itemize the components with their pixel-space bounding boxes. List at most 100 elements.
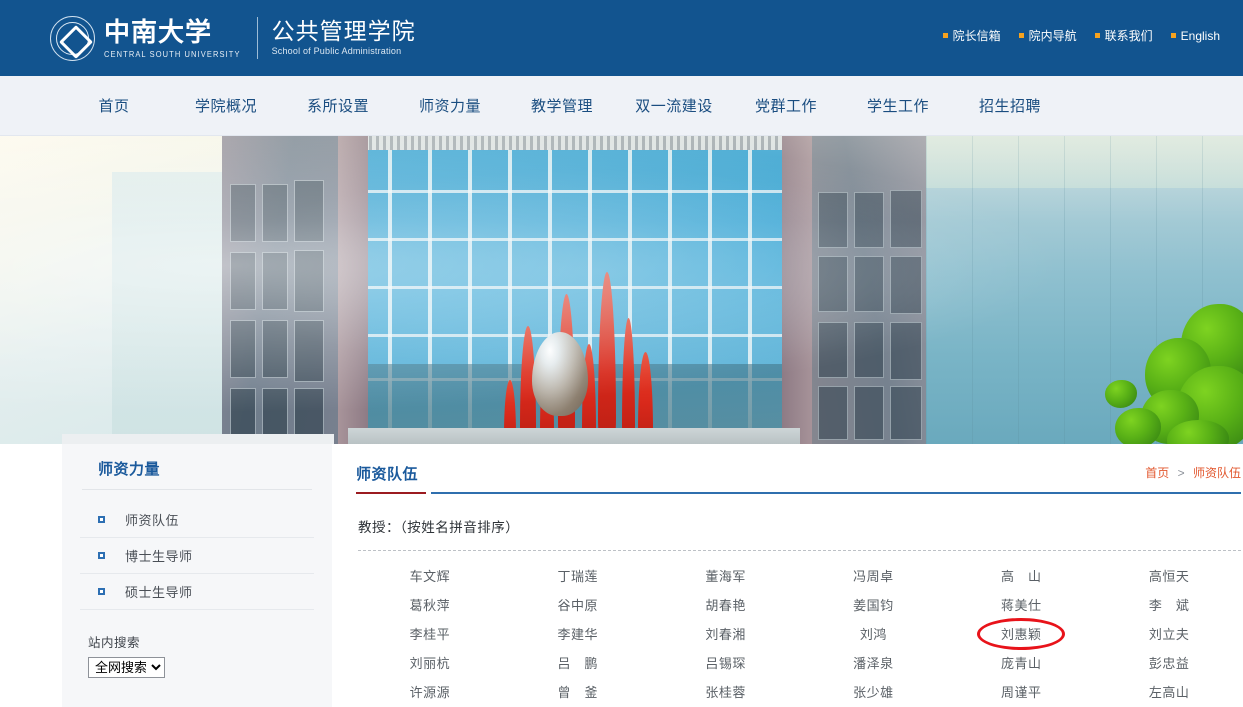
search-scope-select[interactable]: 全网搜索 站内搜索: [88, 657, 165, 678]
school-name-en: School of Public Administration: [271, 46, 402, 56]
faculty-link[interactable]: 李 斌: [1149, 595, 1190, 614]
tab-active-underline: [356, 492, 426, 494]
sidebar: 师资力量 师资队伍 博士生导师 硕士生导师 站内搜索 全网搜索 站内搜索: [62, 444, 332, 707]
site-header: 中南大学 CENTRAL SOUTH UNIVERSITY 公共管理学院 Sch…: [0, 0, 1243, 76]
faculty-link[interactable]: 丁瑞莲: [557, 566, 598, 585]
faculty-link[interactable]: 姜国钧: [853, 595, 894, 614]
header-link-english[interactable]: English: [1162, 29, 1229, 43]
nav-item-double-first-class[interactable]: 双一流建设: [618, 95, 730, 116]
nav-item-faculty[interactable]: 师资力量: [394, 95, 506, 116]
square-bullet-icon: [942, 33, 948, 38]
nav-item-student-work[interactable]: 学生工作: [842, 95, 954, 116]
faculty-link[interactable]: 彭忠益: [1149, 653, 1190, 672]
faculty-link[interactable]: 高 山: [1001, 566, 1042, 585]
sidebar-item-phd-supervisors[interactable]: 博士生导师: [80, 538, 314, 574]
nav-item-departments[interactable]: 系所设置: [282, 95, 394, 116]
faculty-cell: 董海军: [652, 561, 800, 590]
faculty-cell: 高恒天: [1095, 561, 1243, 590]
faculty-cell: 张少雄: [799, 677, 947, 706]
faculty-cell: 冯周卓: [799, 561, 947, 590]
square-bullet-icon: [1094, 33, 1100, 38]
faculty-link[interactable]: 葛秋萍: [410, 595, 451, 614]
faculty-cell: 潘泽泉: [799, 648, 947, 677]
faculty-cell: 许源源: [356, 677, 504, 706]
breadcrumb-separator: >: [1177, 466, 1185, 480]
faculty-cell: 刘丽杭: [356, 648, 504, 677]
faculty-link[interactable]: 庞青山: [1001, 653, 1042, 672]
content-header: 师资队伍 首页 > 师资队伍: [356, 456, 1243, 494]
faculty-cell: 曾 釜: [504, 677, 652, 706]
faculty-link[interactable]: 吕锡琛: [705, 653, 746, 672]
faculty-link[interactable]: 潘泽泉: [853, 653, 894, 672]
faculty-cell: 刘鸿: [799, 619, 947, 648]
square-bullet-icon: [98, 552, 105, 559]
nav-item-teaching[interactable]: 教学管理: [506, 95, 618, 116]
faculty-link[interactable]: 董海军: [705, 566, 746, 585]
sidebar-item-label: 师资队伍: [125, 513, 180, 528]
site-logo[interactable]: 中南大学 CENTRAL SOUTH UNIVERSITY 公共管理学院 Sch…: [50, 8, 416, 68]
faculty-cell: 庞青山: [947, 648, 1095, 677]
faculty-cell: 周谨平: [947, 677, 1095, 706]
logo-divider: [256, 17, 258, 59]
faculty-cell: 刘春湘: [652, 619, 800, 648]
faculty-cell: 李建华: [504, 619, 652, 648]
faculty-link[interactable]: 张少雄: [853, 682, 894, 701]
faculty-cell: 左高山: [1095, 677, 1243, 706]
sidebar-title: 师资力量: [98, 461, 161, 478]
site-search-block: 站内搜索 全网搜索 站内搜索: [82, 632, 314, 678]
left-gutter: [0, 444, 62, 707]
faculty-link[interactable]: 刘鸿: [860, 624, 887, 643]
university-seal-icon: [50, 15, 95, 61]
faculty-link[interactable]: 曾 釜: [557, 682, 598, 701]
faculty-cell: 彭忠益: [1095, 648, 1243, 677]
faculty-link[interactable]: 刘立夫: [1149, 624, 1190, 643]
faculty-link[interactable]: 张桂蓉: [705, 682, 746, 701]
header-link-deans-mailbox[interactable]: 院长信箱: [934, 27, 1010, 44]
nav-item-party-work[interactable]: 党群工作: [730, 95, 842, 116]
sidebar-divider: [82, 489, 312, 490]
faculty-link[interactable]: 刘惠颖: [1001, 624, 1042, 643]
faculty-cell: 车文辉: [356, 561, 504, 590]
faculty-link[interactable]: 李建华: [557, 624, 598, 643]
nav-item-about[interactable]: 学院概况: [170, 95, 282, 116]
faculty-link[interactable]: 吕 鹏: [557, 653, 598, 672]
faculty-link[interactable]: 刘春湘: [705, 624, 746, 643]
section-label-professors: 教授：（按姓名拼音排序）: [358, 520, 520, 535]
nav-item-admissions[interactable]: 招生招聘: [954, 95, 1066, 116]
faculty-cell: 葛秋萍: [356, 590, 504, 619]
faculty-link[interactable]: 许源源: [410, 682, 451, 701]
faculty-link[interactable]: 胡春艳: [705, 595, 746, 614]
faculty-link[interactable]: 谷中原: [557, 595, 598, 614]
sidebar-item-faculty-team[interactable]: 师资队伍: [80, 502, 314, 538]
faculty-cell: 姜国钧: [799, 590, 947, 619]
faculty-cell: 刘立夫: [1095, 619, 1243, 648]
square-bullet-icon: [98, 588, 105, 595]
breadcrumb: 首页 > 师资队伍: [1145, 464, 1241, 481]
header-link-contact-us[interactable]: 联系我们: [1086, 27, 1162, 44]
banner-haze-overlay: [0, 136, 1243, 444]
header-link-internal-nav[interactable]: 院内导航: [1010, 27, 1086, 44]
tab-rule: [431, 492, 1241, 494]
sidebar-item-label: 硕士生导师: [125, 585, 193, 600]
site-search-label: 站内搜索: [88, 636, 141, 650]
faculty-cell: 李 斌: [1095, 590, 1243, 619]
faculty-cell: 吕 鹏: [504, 648, 652, 677]
faculty-name-grid: 车文辉 丁瑞莲 董海军 冯周卓 高 山 高恒天 葛秋萍 谷中原 胡春艳 姜国钧 …: [356, 561, 1243, 706]
school-name-cn: 公共管理学院: [271, 18, 416, 44]
faculty-link[interactable]: 刘丽杭: [410, 653, 451, 672]
faculty-link[interactable]: 周谨平: [1001, 682, 1042, 701]
sidebar-item-master-supervisors[interactable]: 硕士生导师: [80, 574, 314, 610]
header-link-label: 联系我们: [1104, 29, 1153, 43]
breadcrumb-home[interactable]: 首页: [1145, 466, 1169, 480]
faculty-link[interactable]: 车文辉: [410, 566, 451, 585]
faculty-link[interactable]: 高恒天: [1149, 566, 1190, 585]
tab-faculty-team[interactable]: 师资队伍: [356, 463, 418, 484]
faculty-link[interactable]: 李桂平: [410, 624, 451, 643]
faculty-link[interactable]: 蒋美仕: [1001, 595, 1042, 614]
faculty-link[interactable]: 左高山: [1149, 682, 1190, 701]
faculty-cell: 高 山: [947, 561, 1095, 590]
faculty-link[interactable]: 冯周卓: [853, 566, 894, 585]
square-bullet-icon: [1170, 33, 1176, 38]
nav-item-home[interactable]: 首页: [58, 95, 170, 116]
faculty-cell: 丁瑞莲: [504, 561, 652, 590]
